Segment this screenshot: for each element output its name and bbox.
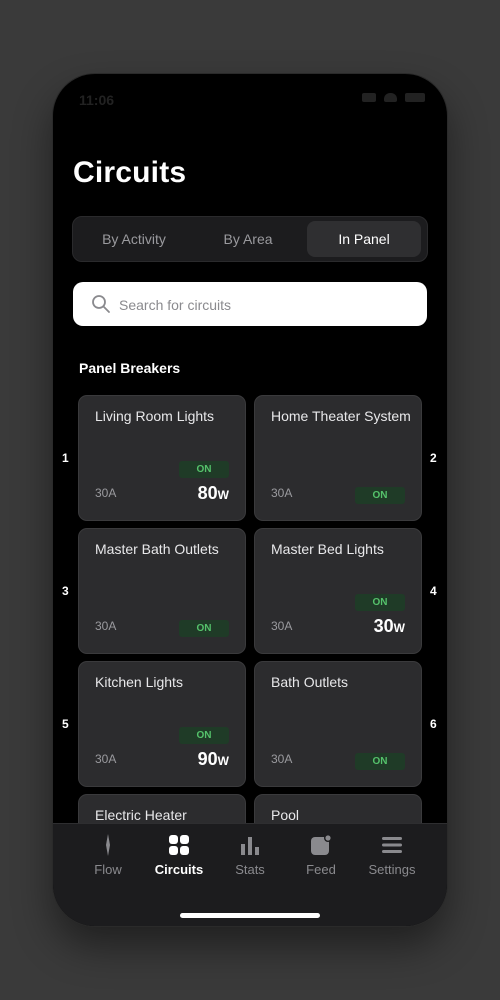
breaker-number: 3 — [62, 584, 69, 598]
settings-icon — [382, 837, 402, 853]
status-icons — [362, 93, 425, 102]
status-badge: ON — [179, 727, 229, 744]
breaker-number: 1 — [62, 451, 69, 465]
search-input[interactable] — [117, 282, 411, 328]
status-badge: ON — [355, 753, 405, 770]
circuit-card[interactable]: Kitchen Lights ON 30A 90W — [79, 662, 245, 786]
breaker-number: 6 — [430, 717, 437, 731]
stats-icon — [241, 837, 259, 855]
tab-circuits[interactable]: Circuits — [144, 832, 214, 877]
phone-screen: 11:06 Circuits By Activity By Area In Pa… — [53, 74, 447, 926]
tab-label: Circuits — [154, 862, 204, 877]
circuit-name: Electric Heater — [95, 807, 187, 823]
home-indicator[interactable] — [180, 913, 320, 918]
power-value: 30 — [373, 616, 394, 636]
tab-bar: Flow Circuits Stats Feed Settings — [53, 823, 447, 926]
battery-icon — [405, 93, 425, 102]
segment-in-panel[interactable]: In Panel — [307, 221, 421, 257]
segment-by-area[interactable]: By Area — [191, 221, 305, 257]
feed-icon — [311, 834, 332, 855]
power-value: 80 — [197, 483, 218, 503]
circuit-name: Living Room Lights — [95, 408, 215, 424]
tab-feed[interactable]: Feed — [286, 832, 356, 877]
tab-stats[interactable]: Stats — [215, 832, 285, 877]
breaker-number: 5 — [62, 717, 69, 731]
circuit-power: 90W — [198, 749, 229, 770]
circuit-card[interactable]: Home Theater System ON 30A — [255, 396, 421, 520]
circuit-amps: 30A — [271, 752, 293, 766]
status-time: 11:06 — [79, 92, 115, 108]
status-badge: ON — [179, 461, 229, 478]
circuit-amps: 30A — [95, 619, 117, 633]
segment-by-activity[interactable]: By Activity — [77, 221, 191, 257]
circuit-name: Kitchen Lights — [95, 674, 183, 690]
tab-label: Stats — [235, 862, 265, 877]
view-segmented-control: By Activity By Area In Panel — [72, 216, 428, 262]
power-value: 90 — [197, 749, 218, 769]
breaker-number: 2 — [430, 451, 437, 465]
section-label: Panel Breakers — [79, 360, 181, 376]
circuit-power: 80W — [198, 483, 229, 504]
circuit-card[interactable]: Living Room Lights ON 30A 80W — [79, 396, 245, 520]
circuit-name: Pool — [271, 807, 300, 823]
status-badge: ON — [179, 620, 229, 637]
tab-label: Flow — [94, 862, 122, 877]
page-title: Circuits — [73, 156, 187, 189]
circuit-amps: 30A — [95, 486, 117, 500]
circuits-icon — [169, 835, 189, 855]
wifi-icon — [384, 93, 397, 102]
signal-icon — [362, 93, 376, 102]
circuit-card[interactable]: Master Bed Lights ON 30A 30W — [255, 529, 421, 653]
circuit-card[interactable]: Bath Outlets ON 30A — [255, 662, 421, 786]
status-bar: 11:06 — [53, 74, 447, 122]
circuit-name: Master Bath Outlets — [95, 541, 219, 557]
status-badge: ON — [355, 594, 405, 611]
circuit-amps: 30A — [271, 486, 293, 500]
tab-settings[interactable]: Settings — [357, 832, 427, 877]
tab-label: Feed — [306, 862, 336, 877]
circuit-amps: 30A — [95, 752, 117, 766]
search-bar[interactable] — [73, 282, 427, 328]
power-unit: W — [217, 488, 229, 502]
status-badge: ON — [355, 487, 405, 504]
search-icon — [92, 295, 110, 313]
power-unit: W — [393, 621, 405, 635]
flow-icon — [106, 834, 110, 856]
tab-flow[interactable]: Flow — [73, 832, 143, 877]
tab-label: Settings — [368, 862, 416, 877]
power-unit: W — [217, 754, 229, 768]
circuit-amps: 30A — [271, 619, 293, 633]
circuit-card[interactable]: Master Bath Outlets ON 30A — [79, 529, 245, 653]
circuit-name: Master Bed Lights — [271, 541, 384, 557]
circuit-power: 30W — [374, 616, 405, 637]
breaker-number: 4 — [430, 584, 437, 598]
circuit-name: Bath Outlets — [271, 674, 349, 690]
circuit-name: Home Theater System — [271, 408, 411, 424]
